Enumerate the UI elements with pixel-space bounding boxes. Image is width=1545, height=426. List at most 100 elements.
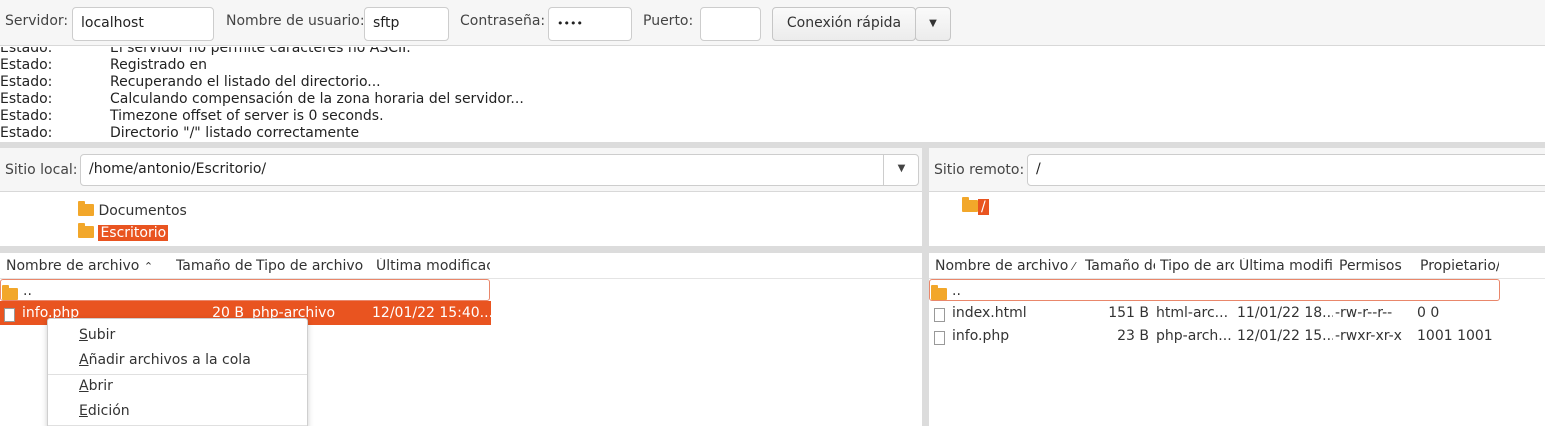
log-key: Estado: (0, 125, 53, 141)
remote-file-list[interactable]: Nombre de archivo ⁄ Tamaño de Tipo de ar… (929, 253, 1545, 426)
file-icon (934, 305, 945, 327)
username-label: Nombre de usuario: (226, 13, 365, 29)
chevron-down-icon: ▼ (929, 18, 937, 29)
file-owner: 0 0 (1417, 305, 1440, 321)
log-message: Recuperando el listado del directorio... (110, 74, 381, 90)
log-row: Estado: Recuperando el listado del direct… (0, 74, 1545, 91)
tree-node-label: Escritorio (98, 225, 169, 241)
menu-item-upload[interactable]: Subir (48, 323, 307, 348)
log-row: Estado: Registrado en (0, 57, 1545, 74)
remote-tree[interactable]: / (929, 193, 1545, 246)
column-header-permissions[interactable]: Permisos (1339, 258, 1414, 274)
quickconnect-button[interactable]: Conexión rápida (772, 7, 916, 41)
tree-node-label: Documentos (98, 203, 187, 219)
folder-icon (962, 197, 978, 212)
panes-splitter[interactable] (922, 148, 929, 426)
remote-path-combo[interactable]: / (1027, 154, 1545, 186)
column-header-label: Nombre de archivo (6, 258, 140, 274)
password-label: Contraseña: (460, 13, 546, 29)
column-header-name[interactable]: Nombre de archivo ⌃ (6, 258, 166, 274)
column-header-type[interactable]: Tipo de arc (1160, 258, 1234, 274)
column-header-size[interactable]: Tamaño de (1085, 258, 1155, 274)
remote-splitter[interactable] (929, 246, 1545, 253)
column-header-name[interactable]: Nombre de archivo ⁄ (935, 258, 1083, 274)
folder-icon (78, 201, 94, 216)
log-row: Estado: Timezone offset of server is 0 se… (0, 108, 1545, 125)
log-row: Estado: Directorio "/" listado correctame… (0, 125, 1545, 142)
log-key: Estado: (0, 74, 53, 90)
quickconnect-dropdown-button[interactable]: ▼ (915, 7, 951, 41)
file-permissions: -rwxr-xr-x (1335, 328, 1402, 344)
list-item[interactable]: .. (0, 279, 490, 301)
local-tree[interactable]: Documentos Escritorio (0, 193, 922, 246)
log-row: Estado: Calculando compensación de la zon… (0, 91, 1545, 108)
file-modified: 12/01/22 15:40... (372, 305, 494, 321)
column-header-size[interactable]: Tamaño de (176, 258, 252, 274)
log-message: Timezone offset of server is 0 seconds. (110, 108, 384, 124)
tree-node-root[interactable]: / (962, 196, 989, 218)
list-item[interactable]: info.php 23 B php-arch... 12/01/22 15...… (929, 325, 1545, 347)
menu-accel: S (79, 327, 88, 343)
file-name: info.php (952, 328, 1010, 344)
column-header-type[interactable]: Tipo de archivo (256, 258, 372, 274)
log-message: Directorio "/" listado correctamente (110, 125, 360, 141)
menu-accel: A (79, 352, 89, 368)
local-site-label: Sitio local: (5, 162, 78, 178)
file-name: index.html (952, 305, 1027, 321)
column-header-label: Nombre de archivo (935, 258, 1069, 274)
file-modified: 11/01/22 18... (1237, 305, 1333, 321)
local-path-dropdown[interactable]: ▼ (883, 154, 919, 186)
host-input[interactable]: localhost (72, 7, 214, 41)
remote-path-value: / (1036, 161, 1041, 177)
menu-accel: E (79, 403, 88, 419)
menu-item-add-to-queue[interactable]: Añadir archivos a la cola (48, 348, 307, 373)
tree-node-escritorio[interactable]: Escritorio (78, 222, 169, 244)
menu-accel: A (79, 378, 89, 394)
remote-site-bar: Sitio remoto: / (929, 148, 1545, 192)
log-key: Estado: (0, 57, 53, 73)
local-splitter[interactable] (0, 246, 922, 253)
file-owner: 1001 1001 (1417, 328, 1493, 344)
local-path-value: /home/antonio/Escritorio/ (89, 161, 267, 177)
column-header-modified[interactable]: Última modifi (1239, 258, 1334, 274)
list-item[interactable]: index.html 151 B html-arc... 11/01/22 18… (929, 302, 1545, 324)
local-path-combo[interactable]: /home/antonio/Escritorio/ (80, 154, 919, 186)
log-key: Estado: (0, 47, 53, 56)
folder-icon (78, 223, 94, 238)
menu-item-label: ubir (87, 327, 116, 343)
tree-node-label: / (978, 199, 989, 215)
file-type: html-arc... (1156, 305, 1229, 321)
file-icon (4, 305, 15, 327)
port-label: Puerto: (643, 13, 694, 29)
menu-item-edit[interactable]: Edición (48, 399, 307, 424)
sort-icon: ⁄ (1072, 260, 1075, 273)
remote-site-label: Sitio remoto: (934, 162, 1025, 178)
password-input[interactable]: •••• (548, 7, 632, 41)
list-item[interactable]: .. (929, 279, 1500, 301)
column-header-modified[interactable]: Última modificac (376, 258, 490, 274)
remote-list-header: Nombre de archivo ⁄ Tamaño de Tipo de ar… (929, 253, 1545, 279)
menu-item-label: ñadir archivos a la cola (88, 352, 251, 368)
tree-node-documentos[interactable]: Documentos (78, 200, 187, 222)
log-message: Registrado en (110, 57, 207, 73)
quickconnect-bar: Servidor: localhost Nombre de usuario: s… (0, 0, 1545, 46)
log-key: Estado: (0, 91, 53, 107)
chevron-down-icon: ▼ (897, 163, 906, 174)
local-site-bar: Sitio local: /home/antonio/Escritorio/ ▼ (0, 148, 922, 192)
menu-item-label: brir (88, 378, 113, 394)
port-input[interactable] (700, 7, 761, 41)
file-name: .. (23, 283, 32, 299)
file-size: 23 B (1117, 328, 1149, 344)
file-modified: 12/01/22 15... (1237, 328, 1333, 344)
log-key: Estado: (0, 108, 53, 124)
username-input[interactable]: sftp (364, 7, 449, 41)
file-icon (934, 328, 945, 350)
tree-node-partial (78, 193, 94, 199)
sort-ascending-icon: ⌃ (143, 260, 154, 273)
message-log[interactable]: Estado: El servidor no permite caracteres… (0, 47, 1545, 142)
file-name: .. (952, 283, 961, 299)
column-header-owner[interactable]: Propietario/ (1420, 258, 1499, 274)
file-size: 151 B (1108, 305, 1149, 321)
menu-item-open[interactable]: Abrir (48, 374, 307, 399)
log-message: El servidor no permite caracteres no ASC… (110, 47, 411, 56)
